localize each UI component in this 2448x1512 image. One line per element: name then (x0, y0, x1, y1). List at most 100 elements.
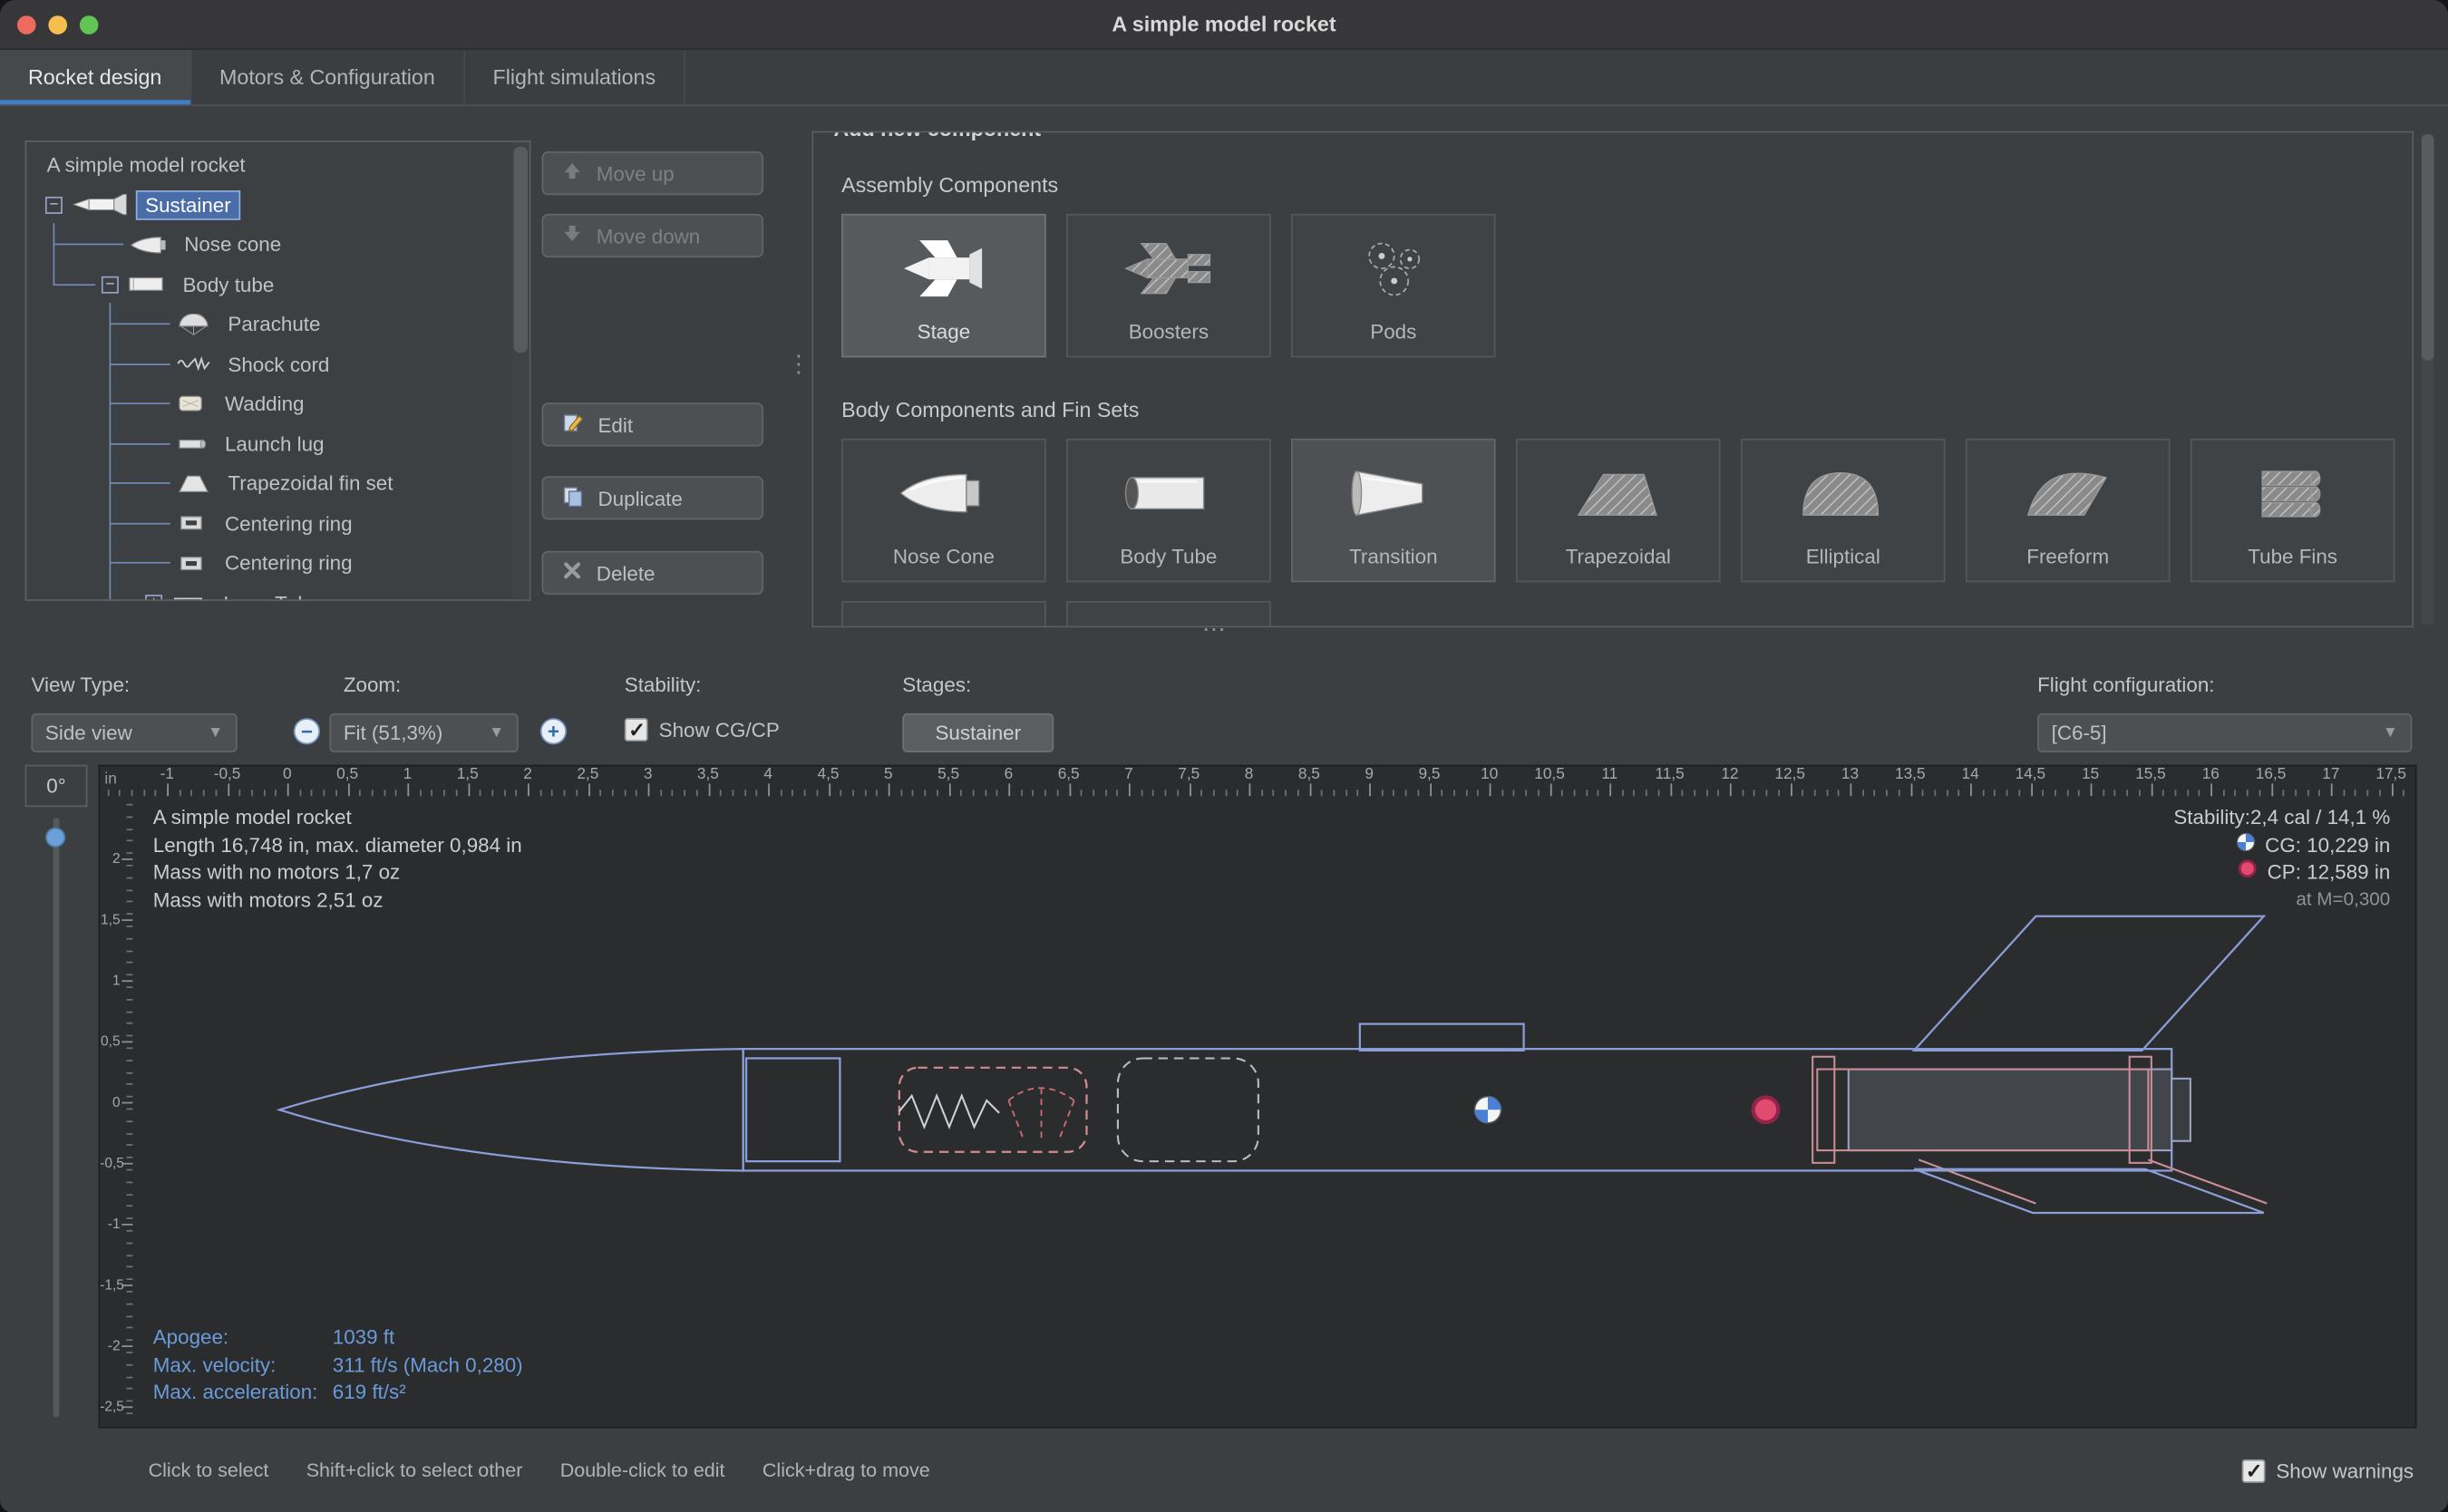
duplicate-button[interactable]: Duplicate (542, 476, 764, 519)
apogee-value: 1039 ft (333, 1323, 394, 1351)
close-window-icon[interactable] (17, 15, 36, 34)
view-type-value: Side view (45, 722, 132, 745)
vertical-splitter-handle[interactable]: ⋮ (787, 350, 811, 378)
fin-upper[interactable] (1914, 916, 2264, 1051)
expander-minus-icon[interactable]: − (102, 276, 119, 293)
checkbox-checked-icon[interactable] (2241, 1459, 2265, 1483)
component-button-partial[interactable] (1066, 601, 1271, 627)
transition-icon (1293, 441, 1494, 545)
shock-cord[interactable] (899, 1096, 999, 1127)
component-button-partial[interactable] (841, 601, 1046, 627)
expander-minus-icon[interactable]: − (45, 197, 63, 214)
view-type-select[interactable]: Side view ▼ (31, 713, 237, 752)
rotation-slider-thumb[interactable] (45, 828, 65, 848)
tree-item-centering-ring[interactable]: Centering ring (26, 503, 529, 543)
tree-item-parachute[interactable]: Parachute (26, 305, 529, 344)
nose-shoulder[interactable] (746, 1058, 840, 1161)
panel-scrollbar-thumb[interactable] (2422, 134, 2434, 361)
launch-lug[interactable] (1360, 1024, 1524, 1051)
component-button-label: Stage (918, 320, 971, 356)
fin-lower[interactable] (1914, 1169, 2264, 1213)
maximize-window-icon[interactable] (80, 15, 99, 34)
component-button-elliptical[interactable]: Elliptical (1741, 439, 1946, 582)
zoom-select[interactable]: Fit (51,3%) ▼ (329, 713, 518, 752)
tab-rocket-design[interactable]: Rocket design (0, 50, 191, 104)
tree-scrollbar-thumb[interactable] (514, 147, 528, 353)
duplicate-label: Duplicate (598, 486, 683, 509)
show-warnings-label: Show warnings (2276, 1459, 2414, 1483)
component-button-label: Boosters (1129, 320, 1209, 356)
component-button-label: Transition (1349, 545, 1437, 581)
motor-nozzle[interactable] (2171, 1079, 2191, 1141)
move-up-button[interactable]: Move up (542, 151, 764, 195)
edit-button[interactable]: Edit (542, 402, 764, 446)
tree-item-label: Body tube (175, 271, 282, 297)
tab-motors-configuration[interactable]: Motors & Configuration (191, 50, 464, 104)
bodytube-icon (128, 275, 165, 294)
component-button-stage[interactable]: Stage (841, 214, 1046, 357)
tree-item-a-simple-model-rocket[interactable]: A simple model rocket (26, 145, 529, 185)
rocket-canvas[interactable]: in -1-0,500,511,522,533,544,555,566,577,… (98, 765, 2416, 1429)
app-window: A simple model rocket Rocket designMotor… (0, 0, 2448, 1512)
elliptical-icon (1743, 441, 1944, 545)
status-hint: Double-click to edit (560, 1459, 725, 1481)
component-button-label: Freeform (2026, 545, 2109, 581)
rocket-info-line: Mass with motors 2,51 oz (153, 886, 522, 913)
component-button-nose-cone[interactable]: Nose Cone (841, 439, 1046, 582)
component-button-label: Tube Fins (2248, 545, 2337, 581)
bodytube-icon (1068, 441, 1269, 545)
show-cgcp-checkbox[interactable]: Show CG/CP (625, 718, 780, 741)
apogee-label: Apogee: (153, 1323, 333, 1351)
checkbox-checked-icon[interactable] (625, 718, 648, 741)
component-button-freeform[interactable]: Freeform (1966, 439, 2171, 582)
edit-label: Edit (598, 412, 634, 436)
tree-item-label: Centering ring (217, 510, 360, 537)
tree-item-shock-cord[interactable]: Shock cord (26, 344, 529, 384)
tree-item-wadding[interactable]: Wadding (26, 384, 529, 424)
motor[interactable] (1849, 1070, 2171, 1151)
nosecone-icon (130, 236, 167, 255)
move-down-button[interactable]: Move down (542, 214, 764, 257)
tree-item-launch-lug[interactable]: Launch lug (26, 424, 529, 464)
expander-plus-icon[interactable]: + (145, 595, 162, 601)
tree-item-centering-ring[interactable]: Centering ring (26, 543, 529, 583)
component-button-trapezoidal[interactable]: Trapezoidal (1516, 439, 1721, 582)
stage-toggle-sustainer[interactable]: Sustainer (902, 713, 1054, 752)
ruler-tick (2415, 790, 2417, 796)
component-button-label: Trapezoidal (1566, 545, 1671, 581)
chevron-down-icon: ▼ (489, 724, 504, 741)
component-button-boosters[interactable]: Boosters (1066, 214, 1271, 357)
tree-item-body-tube[interactable]: − Body tube (26, 265, 529, 305)
move-down-label: Move down (597, 224, 700, 247)
zoom-out-button[interactable]: − (294, 718, 320, 744)
tree-item-inner-tube[interactable]: +Inner Tube (26, 583, 529, 601)
delete-button[interactable]: Delete (542, 551, 764, 595)
component-row: Nose ConeBody Tube Transition Trapezoidal E… (841, 439, 2395, 582)
tree-item-nose-cone[interactable]: Nose cone (26, 225, 529, 265)
tubefins-icon (2192, 441, 2394, 545)
horizontal-splitter-handle[interactable]: ⋯ (1202, 615, 1226, 643)
tree-item-sustainer[interactable]: −Sustainer (26, 185, 529, 225)
parachute[interactable] (899, 1068, 1087, 1152)
wadding[interactable] (1118, 1058, 1258, 1161)
cp-text: CP: 12,589 in (2268, 858, 2391, 886)
centering-ring-front[interactable] (1812, 1057, 1834, 1163)
component-button-pods[interactable]: Pods (1291, 214, 1496, 357)
tree-item-trapezoidal-fin-set[interactable]: Trapezoidal fin set (26, 463, 529, 503)
show-warnings-checkbox[interactable]: Show warnings (2241, 1459, 2414, 1483)
component-button-transition[interactable]: Transition (1291, 439, 1496, 582)
rotation-slider-track[interactable] (53, 818, 60, 1417)
tree-item-label: Parachute (220, 311, 328, 337)
component-button-body-tube[interactable]: Body Tube (1066, 439, 1271, 582)
rocket-nose-cone[interactable] (279, 1049, 743, 1170)
component-button-tube-fins[interactable]: Tube Fins (2191, 439, 2395, 582)
section-heading-assembly-components: Assembly Components (841, 173, 1058, 197)
zoom-in-button[interactable]: + (540, 718, 567, 744)
flight-config-select[interactable]: [C6-5] ▼ (2037, 713, 2412, 752)
minimize-window-icon[interactable] (48, 15, 67, 34)
tab-flight-simulations[interactable]: Flight simulations (465, 50, 685, 104)
stability-label: Stability: (625, 673, 702, 696)
tree-item-label: Shock cord (220, 351, 337, 377)
velocity-value: 311 ft/s (Mach 0,280) (333, 1351, 523, 1378)
pods-icon (1293, 216, 1494, 320)
